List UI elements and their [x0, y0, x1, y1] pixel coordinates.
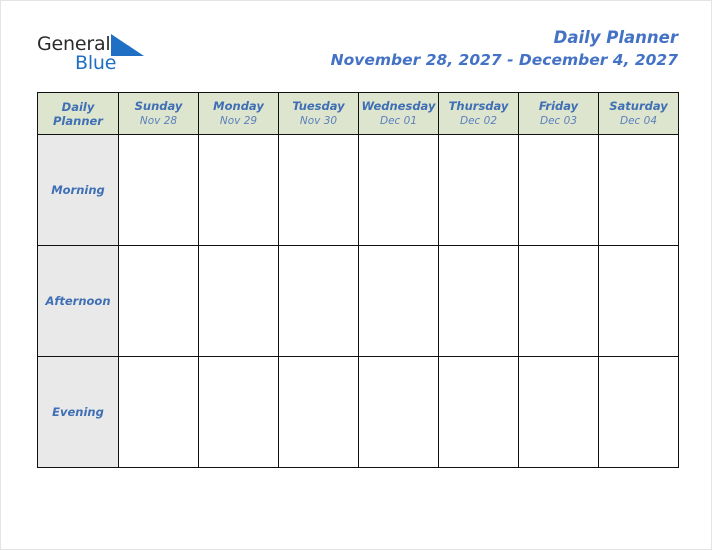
- day-header-sunday: Sunday Nov 28: [118, 92, 199, 135]
- cell-morning-thursday[interactable]: [438, 134, 519, 246]
- day-date: Dec 02: [459, 114, 498, 127]
- day-date: Dec 01: [379, 114, 418, 127]
- day-name: Thursday: [448, 98, 509, 113]
- slot-label-text: Afternoon: [45, 294, 111, 308]
- day-date: Dec 04: [619, 114, 658, 127]
- weekly-planner-table: Daily Planner Sunday Nov 28 Monday Nov 2…: [37, 92, 679, 468]
- cell-afternoon-friday[interactable]: [518, 245, 599, 357]
- cell-morning-tuesday[interactable]: [278, 134, 359, 246]
- day-name: Tuesday: [292, 98, 345, 113]
- day-name: Wednesday: [361, 98, 436, 113]
- triangle-flag-icon: [111, 34, 147, 58]
- page-title: Daily Planner: [553, 28, 678, 47]
- cell-morning-sunday[interactable]: [118, 134, 199, 246]
- slot-label-evening: Evening: [37, 356, 119, 468]
- cell-afternoon-thursday[interactable]: [438, 245, 519, 357]
- table-corner-header: Daily Planner: [37, 92, 119, 135]
- cell-evening-wednesday[interactable]: [358, 356, 439, 468]
- slot-label-afternoon: Afternoon: [37, 245, 119, 357]
- slot-label-text: Evening: [52, 405, 104, 419]
- day-header-tuesday: Tuesday Nov 30: [278, 92, 359, 135]
- day-date: Nov 28: [139, 114, 178, 127]
- day-header-friday: Friday Dec 03: [518, 92, 599, 135]
- cell-morning-saturday[interactable]: [598, 134, 679, 246]
- table-header-row: Daily Planner Sunday Nov 28 Monday Nov 2…: [37, 92, 679, 135]
- cell-morning-wednesday[interactable]: [358, 134, 439, 246]
- cell-afternoon-sunday[interactable]: [118, 245, 199, 357]
- cell-afternoon-saturday[interactable]: [598, 245, 679, 357]
- cell-evening-saturday[interactable]: [598, 356, 679, 468]
- cell-morning-friday[interactable]: [518, 134, 599, 246]
- cell-morning-monday[interactable]: [198, 134, 279, 246]
- table-row-evening: Evening: [37, 356, 679, 468]
- cell-afternoon-monday[interactable]: [198, 245, 279, 357]
- planner-page: General Blue Daily Planner November 28, …: [0, 0, 712, 550]
- title-block: Daily Planner November 28, 2027 - Decemb…: [331, 27, 678, 71]
- day-date: Nov 30: [299, 114, 338, 127]
- day-name: Sunday: [134, 98, 183, 113]
- day-name: Monday: [213, 98, 264, 113]
- day-header-thursday: Thursday Dec 02: [438, 92, 519, 135]
- table-header-row-group: Daily Planner Sunday Nov 28 Monday Nov 2…: [37, 92, 679, 135]
- slot-label-text: Morning: [51, 183, 105, 197]
- cell-evening-monday[interactable]: [198, 356, 279, 468]
- cell-evening-friday[interactable]: [518, 356, 599, 468]
- cell-evening-tuesday[interactable]: [278, 356, 359, 468]
- day-name: Saturday: [609, 98, 668, 113]
- general-blue-logo: General Blue: [37, 34, 237, 81]
- table-body: Morning Afternoon Evening: [37, 134, 679, 468]
- cell-afternoon-wednesday[interactable]: [358, 245, 439, 357]
- slot-label-morning: Morning: [37, 134, 119, 246]
- day-header-wednesday: Wednesday Dec 01: [358, 92, 439, 135]
- day-header-monday: Monday Nov 29: [198, 92, 279, 135]
- cell-evening-sunday[interactable]: [118, 356, 199, 468]
- cell-evening-thursday[interactable]: [438, 356, 519, 468]
- day-header-saturday: Saturday Dec 04: [598, 92, 679, 135]
- corner-label-line2: Planner: [53, 113, 103, 128]
- page-header: General Blue Daily Planner November 28, …: [37, 27, 678, 83]
- table-row-afternoon: Afternoon: [37, 245, 679, 357]
- day-date: Nov 29: [219, 114, 258, 127]
- day-date: Dec 03: [539, 114, 578, 127]
- table-row-morning: Morning: [37, 134, 679, 246]
- corner-label-line1: Daily: [61, 99, 95, 114]
- date-range: November 28, 2027 - December 4, 2027: [330, 51, 678, 69]
- day-name: Friday: [538, 98, 579, 113]
- cell-afternoon-tuesday[interactable]: [278, 245, 359, 357]
